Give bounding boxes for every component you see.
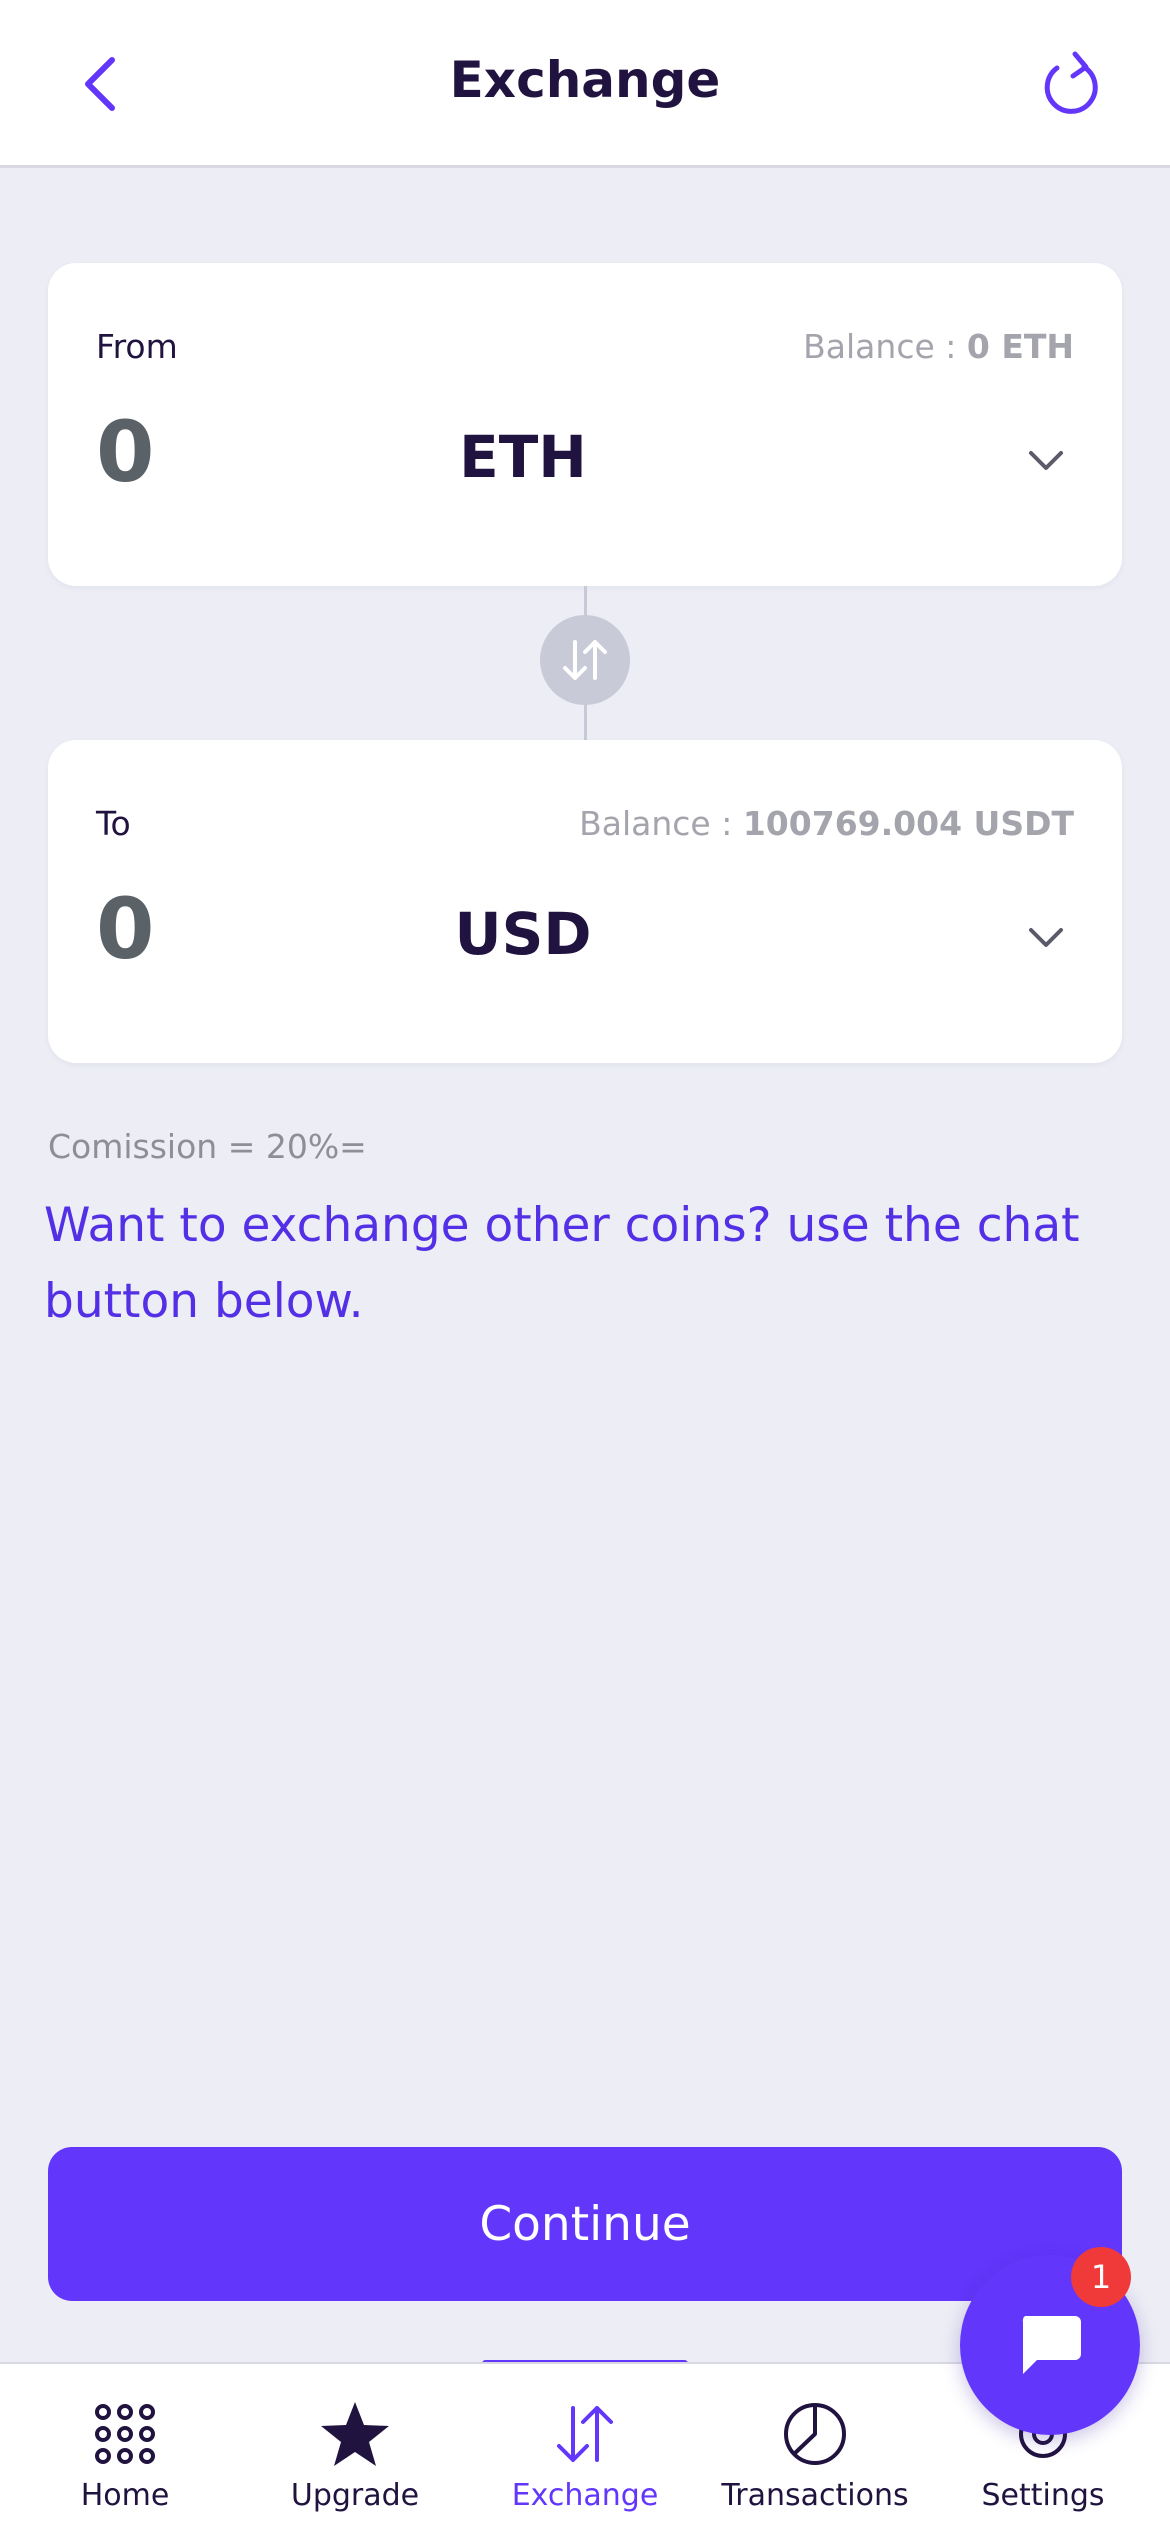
- commission-text: Comission = 20%=: [48, 1127, 367, 1166]
- continue-button[interactable]: Continue: [48, 2147, 1122, 2301]
- refresh-button[interactable]: [1035, 45, 1105, 125]
- to-card: To Balance : 100769.004 USDT USD: [48, 740, 1122, 1063]
- chat-note: Want to exchange other coins? use the ch…: [44, 1198, 1080, 1329]
- nav-label-upgrade: Upgrade: [290, 2478, 420, 2513]
- from-card: From Balance : 0 ETH ETH: [48, 263, 1122, 586]
- app-header: Exchange: [0, 0, 1170, 168]
- chat-badge: 1: [1071, 2247, 1131, 2307]
- to-label: To: [96, 804, 131, 843]
- nav-item-upgrade[interactable]: Upgrade: [240, 2364, 470, 2534]
- swap-arrows-icon: [563, 640, 607, 680]
- swap-button[interactable]: [540, 615, 630, 705]
- swap-arrows-icon: [540, 2396, 630, 2472]
- nav-item-exchange[interactable]: Exchange: [470, 2364, 700, 2534]
- star-icon: [310, 2396, 400, 2472]
- to-balance: Balance : 100769.004 USDT: [579, 804, 1074, 843]
- grid-dots-icon: [80, 2396, 170, 2472]
- pie-chart-icon: [770, 2396, 860, 2472]
- nav-item-transactions[interactable]: Transactions: [700, 2364, 930, 2534]
- from-balance: Balance : 0 ETH: [803, 327, 1074, 366]
- page-title: Exchange: [449, 51, 721, 109]
- from-balance-value: 0 ETH: [966, 327, 1074, 366]
- from-currency-select[interactable]: ETH: [348, 423, 698, 491]
- to-currency-dropdown[interactable]: [1022, 918, 1070, 958]
- nav-label-exchange: Exchange: [511, 2478, 659, 2513]
- connector-line-top: [584, 586, 587, 618]
- refresh-icon: [1044, 51, 1098, 114]
- to-balance-label: Balance :: [579, 804, 743, 843]
- to-balance-value: 100769.004 USDT: [742, 804, 1074, 843]
- nav-item-home[interactable]: Home: [10, 2364, 240, 2534]
- nav-label-home: Home: [80, 2478, 170, 2513]
- chat-bubble-icon: [1022, 2316, 1081, 2374]
- connector-line-bottom: [584, 702, 587, 742]
- from-balance-label: Balance :: [803, 327, 967, 366]
- chevron-down-icon: [1029, 928, 1063, 947]
- nav-label-transactions: Transactions: [721, 2478, 909, 2513]
- nav-label-settings: Settings: [981, 2478, 1105, 2513]
- to-currency-select[interactable]: USD: [348, 900, 698, 968]
- from-currency-dropdown[interactable]: [1022, 441, 1070, 481]
- chevron-down-icon: [1029, 451, 1063, 470]
- from-label: From: [96, 327, 178, 366]
